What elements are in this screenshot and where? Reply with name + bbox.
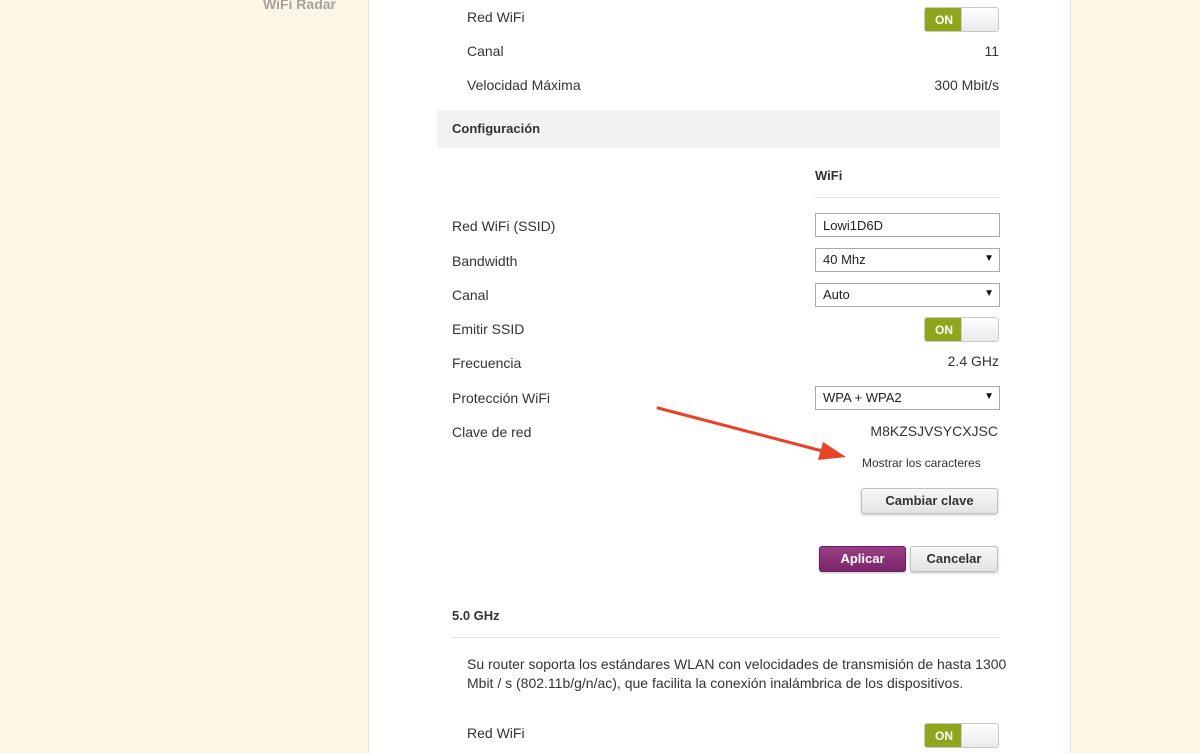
chevron-down-icon: ▼ <box>984 391 994 402</box>
toggle-knob <box>961 8 998 31</box>
clave-de-red-value: M8KZSJVSYCXJSC <box>870 423 998 439</box>
wifi-column-title: WiFi <box>815 168 843 183</box>
band-5ghz-description-line1: Su router soporta los estándares WLAN co… <box>467 656 1007 672</box>
cambiar-clave-button[interactable]: Cambiar clave <box>861 488 998 514</box>
mostrar-caracteres-link[interactable]: Mostrar los caracteres <box>862 456 981 470</box>
toggle-knob <box>961 724 998 747</box>
frecuencia-value: 2.4 GHz <box>947 353 999 369</box>
band-5ghz-red-wifi-toggle[interactable]: ON <box>924 723 999 748</box>
canal-select[interactable]: Auto ▼ <box>815 283 1000 307</box>
band-5ghz-description-line2: Mbit / s (802.11b/g/n/ac), que facilita … <box>467 675 964 691</box>
wifi-column-divider <box>815 197 1000 198</box>
clave-de-red-label: Clave de red <box>452 424 532 440</box>
cancelar-button[interactable]: Cancelar <box>910 546 998 572</box>
proteccion-selected-value: WPA + WPA2 <box>823 390 902 405</box>
configuracion-title: Configuración <box>452 121 541 136</box>
toggle-knob <box>961 318 998 341</box>
canal-label: Canal <box>467 43 504 59</box>
sidebar-item-wifi-radar[interactable]: WiFi Radar <box>263 0 336 12</box>
band-5ghz-title: 5.0 GHz <box>452 608 500 623</box>
chevron-down-icon: ▼ <box>984 253 994 264</box>
emitir-ssid-toggle[interactable]: ON <box>924 317 999 342</box>
ssid-input[interactable] <box>815 213 1000 237</box>
velocidad-maxima-label: Velocidad Máxima <box>467 77 581 93</box>
ssid-label: Red WiFi (SSID) <box>452 218 556 234</box>
red-wifi-label: Red WiFi <box>467 9 525 25</box>
red-wifi-toggle[interactable]: ON <box>924 7 999 32</box>
velocidad-maxima-value: 300 Mbit/s <box>934 77 999 93</box>
aplicar-button[interactable]: Aplicar <box>819 546 906 572</box>
band-5ghz-red-wifi-label: Red WiFi <box>467 725 525 741</box>
bandwidth-selected-value: 40 Mhz <box>823 252 866 267</box>
emitir-ssid-label: Emitir SSID <box>452 321 525 337</box>
canal-value: 11 <box>984 43 999 59</box>
proteccion-wifi-select[interactable]: WPA + WPA2 ▼ <box>815 386 1000 410</box>
band-5ghz-divider <box>452 637 1000 638</box>
toggle-on-label: ON <box>925 724 963 747</box>
frecuencia-label: Frecuencia <box>452 355 522 371</box>
canal-config-label: Canal <box>452 287 489 303</box>
canal-selected-value: Auto <box>823 287 850 302</box>
proteccion-wifi-label: Protección WiFi <box>452 390 551 406</box>
bandwidth-label: Bandwidth <box>452 253 518 269</box>
bandwidth-select[interactable]: 40 Mhz ▼ <box>815 248 1000 272</box>
toggle-on-label: ON <box>925 318 963 341</box>
toggle-on-label: ON <box>925 8 963 31</box>
chevron-down-icon: ▼ <box>984 288 994 299</box>
configuracion-header: Configuración <box>437 110 1000 148</box>
